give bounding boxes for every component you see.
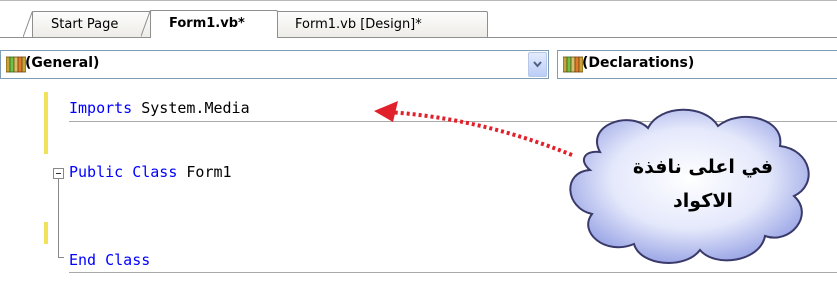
keyword: Imports	[69, 99, 133, 117]
class-library-icon	[6, 56, 26, 73]
class-name-label: (General)	[25, 55, 100, 71]
class-name-dropdown-button[interactable]	[528, 52, 547, 77]
code-line-imports[interactable]: Imports System.Media	[69, 98, 250, 118]
method-name-combo[interactable]: (Declarations)	[557, 50, 837, 79]
region-separator	[69, 272, 837, 273]
collapse-toggle-icon[interactable]	[53, 168, 64, 179]
tab-form1-vb[interactable]: Form1.vb*	[150, 10, 278, 38]
chevron-down-icon	[533, 61, 542, 68]
keyword: Class	[105, 251, 151, 269]
annotation-text: في اعلى نافذة الاكواد	[583, 150, 823, 218]
class-name-combo[interactable]: (General)	[0, 50, 549, 79]
code-line-end-class[interactable]: End Class	[69, 250, 150, 270]
tab-form1-design[interactable]: Form1.vb [Design]*	[276, 11, 488, 38]
tab-label: Form1.vb [Design]*	[295, 17, 422, 32]
outline-guide	[58, 179, 59, 257]
region-separator	[69, 121, 837, 122]
navigation-bar: (General) (Declarations)	[0, 38, 837, 92]
code-line-class-declaration[interactable]: Public Class Form1	[69, 162, 232, 182]
tab-label: Form1.vb*	[169, 16, 245, 31]
document-tab-strip: Start Page Form1.vb [Design]* Form1.vb*	[0, 0, 837, 38]
keyword: Class	[132, 163, 178, 181]
changed-lines-marker	[44, 92, 48, 154]
method-library-icon	[563, 56, 583, 73]
code-text: Form1	[177, 163, 232, 181]
annotation-line: في اعلى نافذة	[632, 156, 774, 178]
code-text: System.Media	[132, 99, 250, 117]
tab-label: Start Page	[51, 17, 119, 32]
changed-lines-marker	[44, 222, 48, 244]
keyword: End	[69, 251, 97, 269]
keyword: Public	[69, 163, 124, 181]
annotation-line: الاكواد	[673, 190, 733, 212]
code-editor-window: Start Page Form1.vb [Design]* Form1.vb* …	[0, 0, 837, 282]
method-name-label: (Declarations)	[582, 55, 695, 71]
